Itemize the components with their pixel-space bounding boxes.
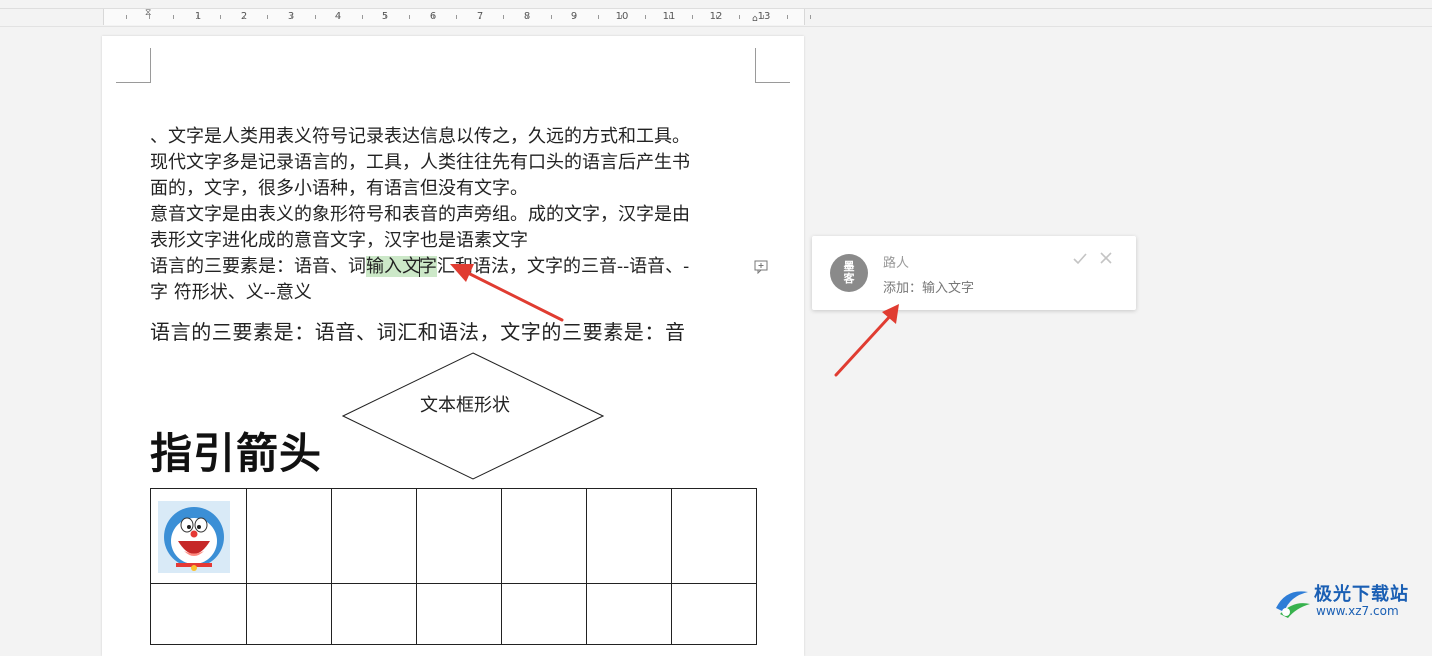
ruler-tick xyxy=(149,15,151,19)
ruler-tick xyxy=(267,15,269,19)
paragraph-line[interactable]: 现代文字多是记录语言的，工具，人类往往先有口头的语言后产生书 xyxy=(150,150,690,176)
ruler-tick xyxy=(550,15,552,19)
watermark-name: 极光下载站 xyxy=(1314,584,1409,605)
ruler-tick xyxy=(243,15,245,19)
ruler-tick xyxy=(338,15,340,19)
ruler-tick xyxy=(291,15,292,19)
ruler-tick xyxy=(574,15,576,19)
ruler-tick xyxy=(361,15,363,19)
paragraph-line-large[interactable]: 语言的三要素是：语音、词汇和语法，文字的三要素是：音 xyxy=(150,319,686,345)
paragraph-line[interactable]: 面的，文字，很多小语种，有语言但没有文字。 xyxy=(150,176,528,202)
comment-avatar: 墨客 xyxy=(830,254,868,292)
table-cell[interactable] xyxy=(416,583,502,645)
paragraph-line-commented[interactable]: 语言的三要素是：语音、词输入文字汇和语法，文字的三音--语音、- xyxy=(150,254,689,280)
ruler-tick xyxy=(621,15,623,19)
table-row xyxy=(150,583,757,645)
ruler-tick xyxy=(668,15,670,19)
paragraph-line[interactable]: 、文字是人类用表义符号记录表达信息以传之，久远的方式和工具。 xyxy=(150,124,690,150)
watermark-url: www.xz7.com xyxy=(1316,604,1399,618)
table-cell[interactable] xyxy=(331,583,417,645)
table-cell[interactable] xyxy=(671,583,757,645)
table-cell[interactable] xyxy=(246,488,332,584)
ruler-tick xyxy=(196,15,198,19)
ruler-tick xyxy=(739,15,741,19)
ruler-tick xyxy=(527,15,528,19)
ruler-tick xyxy=(456,15,458,19)
ruler-bar: ⧖ ⌂ 1 2 3 4 5 6 7 8 9 10 11 12 13 xyxy=(0,0,1432,27)
ruler-tick xyxy=(385,15,387,19)
cartoon-cat-image[interactable] xyxy=(158,501,230,573)
site-watermark: 极光下载站 www.xz7.com xyxy=(1272,578,1428,626)
ruler-tick xyxy=(125,15,127,19)
diamond-label[interactable]: 文本框形状 xyxy=(420,391,510,417)
table-cell[interactable] xyxy=(416,488,502,584)
ruler-tick xyxy=(763,15,764,19)
text-before-selection: 语言的三要素是：语音、词 xyxy=(150,256,366,277)
table-cell[interactable] xyxy=(501,583,587,645)
comment-text[interactable]: 添加：输入文字 xyxy=(883,277,974,296)
margin-corner-top-right xyxy=(755,48,790,83)
ruler-tick xyxy=(715,15,717,19)
ruler-tick xyxy=(692,15,694,19)
ruler-tick xyxy=(503,15,505,19)
table-cell[interactable] xyxy=(501,488,587,584)
commented-selection[interactable]: 输入文字 xyxy=(366,256,437,277)
ruler-tick xyxy=(597,15,599,19)
aurora-logo-icon xyxy=(1276,591,1310,618)
horizontal-ruler[interactable]: ⧖ ⌂ 1 2 3 4 5 6 7 8 9 10 11 12 13 xyxy=(103,9,812,25)
paragraph-line[interactable]: 意音文字是由表义的象形符号和表音的声旁组。成的文字，汉字是由 xyxy=(150,202,690,228)
ruler-tick xyxy=(479,15,481,19)
table-row xyxy=(150,488,757,584)
paragraph-line[interactable]: 字 符形状、义--意义 xyxy=(150,280,312,306)
margin-corner-top-left xyxy=(116,48,151,83)
selection-text-end: 字 xyxy=(419,256,437,277)
comment-marker-icon[interactable] xyxy=(754,260,768,274)
resolve-check-icon[interactable] xyxy=(1072,251,1088,267)
table-cell[interactable] xyxy=(150,583,247,645)
ruler-tick xyxy=(314,15,316,19)
ruler-tick xyxy=(786,15,788,19)
ruler-tick xyxy=(645,15,646,19)
paragraph-line[interactable]: 表形文字进化成的意音文字，汉字也是语素文字 xyxy=(150,228,528,254)
table-cell[interactable] xyxy=(586,583,672,645)
avatar-text: 墨客 xyxy=(843,260,855,285)
arrow-to-comment xyxy=(834,304,899,377)
selection-text: 输入文 xyxy=(366,256,420,277)
ruler-tick xyxy=(409,15,410,19)
ruler-tick xyxy=(220,15,222,19)
table-cell[interactable] xyxy=(331,488,417,584)
heading-guide-arrow[interactable]: 指引箭头 xyxy=(150,420,322,481)
document-page[interactable]: 、文字是人类用表义符号记录表达信息以传之，久远的方式和工具。 现代文字多是记录语… xyxy=(102,36,804,656)
ruler-tick xyxy=(810,15,812,19)
table-cell[interactable] xyxy=(246,583,332,645)
comment-author: 路人 xyxy=(883,256,910,271)
ruler-tick xyxy=(173,15,174,19)
close-icon[interactable] xyxy=(1099,251,1113,265)
ruler-tick xyxy=(432,15,434,19)
table-cell[interactable] xyxy=(671,488,757,584)
ruler-number: 13 xyxy=(757,11,771,22)
text-after-selection: 汇和语法，文字的三音--语音、- xyxy=(437,256,690,277)
document-table[interactable] xyxy=(150,488,757,645)
table-cell[interactable] xyxy=(586,488,672,584)
comment-card[interactable]: 墨客 路人 添加：输入文字 xyxy=(812,236,1136,310)
